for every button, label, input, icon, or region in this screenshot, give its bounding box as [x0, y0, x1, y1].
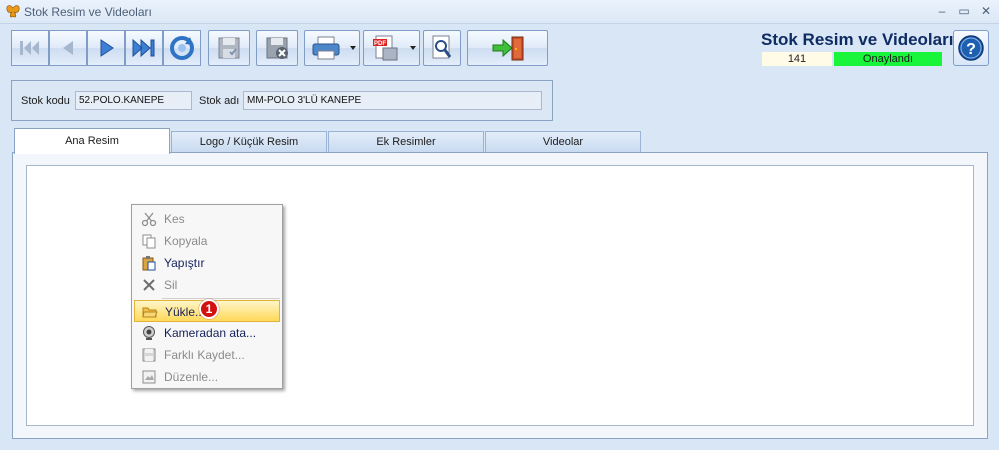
maximize-button[interactable]: ▭	[955, 3, 973, 19]
svg-text:?: ?	[966, 41, 976, 58]
menu-item-label: Kameradan ata...	[164, 326, 257, 340]
tab-videolar[interactable]: Videolar	[485, 131, 641, 152]
menu-item-sil[interactable]: Sil	[134, 274, 280, 296]
stok-adi-label: Stok adı	[199, 95, 240, 107]
pdf-export-button[interactable]: PDF	[363, 30, 420, 66]
webcam-icon	[143, 326, 155, 340]
prev-icon	[63, 41, 73, 55]
first-icon	[20, 41, 39, 55]
svg-text:PDF: PDF	[374, 41, 386, 47]
exit-button[interactable]	[467, 30, 548, 66]
close-button[interactable]: ✕	[977, 3, 995, 19]
menu-item-label: Farklı Kaydet...	[164, 348, 245, 362]
last-icon	[132, 38, 155, 58]
help-icon: ?	[958, 35, 984, 61]
print-button[interactable]	[304, 30, 360, 66]
menu-item-label: Kes	[164, 212, 185, 226]
save-delete-icon	[266, 37, 288, 59]
step-badge: 1	[199, 299, 219, 319]
folder-open-icon	[142, 307, 158, 318]
minimize-button[interactable]: –	[933, 3, 951, 19]
page-title: Stok Resim ve Videoları	[761, 30, 954, 49]
printer-icon	[312, 36, 340, 60]
stok-adi-field[interactable]: MM-POLO 3'LÜ KANEPE	[243, 91, 542, 110]
delete-x-icon	[143, 279, 155, 291]
previous-record-button[interactable]	[49, 30, 87, 66]
preview-button[interactable]	[423, 30, 461, 66]
menu-item-kopyala[interactable]: Kopyala	[134, 230, 280, 252]
first-record-button[interactable]	[11, 30, 49, 66]
window-title: Stok Resim ve Videoları	[24, 5, 152, 19]
scissors-icon	[141, 212, 157, 227]
status-badge: Onaylandı	[834, 52, 942, 66]
last-record-button[interactable]	[125, 30, 163, 66]
refresh-icon	[170, 36, 194, 60]
title-bar: Stok Resim ve Videoları – ▭ ✕	[0, 0, 999, 24]
menu-separator	[162, 298, 280, 299]
next-icon	[100, 39, 114, 57]
pdf-icon: PDF	[372, 35, 397, 61]
menu-item-yapistir[interactable]: Yapıştır	[134, 252, 280, 274]
butterfly-icon	[6, 5, 20, 18]
save-icon	[218, 37, 240, 59]
save-as-icon	[142, 348, 156, 362]
context-menu: Kes Kopyala Yapıştır Sil Yükle... Kamera…	[131, 204, 283, 389]
tab-ek-resimler[interactable]: Ek Resimler	[328, 131, 484, 152]
help-button[interactable]: ?	[953, 30, 989, 66]
menu-item-kes[interactable]: Kes	[134, 208, 280, 230]
refresh-button[interactable]	[163, 30, 201, 66]
record-number: 141	[762, 52, 832, 66]
menu-item-label: Düzenle...	[164, 370, 219, 384]
menu-item-label: Kopyala	[164, 234, 208, 248]
chevron-down-icon[interactable]	[410, 46, 416, 50]
menu-item-duzenle[interactable]: Düzenle...	[134, 366, 280, 388]
next-record-button[interactable]	[87, 30, 125, 66]
tab-ana-resim[interactable]: Ana Resim	[14, 128, 170, 154]
stok-kodu-field[interactable]: 52.POLO.KANEPE	[75, 91, 192, 110]
menu-item-label: Sil	[164, 278, 178, 292]
delete-button[interactable]	[256, 30, 298, 66]
chevron-down-icon[interactable]	[350, 46, 356, 50]
save-button[interactable]	[208, 30, 250, 66]
paste-icon	[142, 256, 156, 271]
menu-item-label: Yapıştır	[164, 256, 205, 270]
stock-info-panel: Stok kodu 52.POLO.KANEPE Stok adı MM-POL…	[11, 80, 553, 121]
edit-image-icon	[142, 370, 156, 384]
tab-logo-kucuk-resim[interactable]: Logo / Küçük Resim	[171, 131, 327, 152]
stok-kodu-label: Stok kodu	[21, 95, 70, 107]
search-icon	[432, 35, 452, 59]
copy-icon	[142, 234, 156, 249]
exit-icon	[492, 36, 523, 61]
menu-item-kameradan-ata[interactable]: Kameradan ata...	[134, 322, 280, 344]
menu-item-farkli-kaydet[interactable]: Farklı Kaydet...	[134, 344, 280, 366]
